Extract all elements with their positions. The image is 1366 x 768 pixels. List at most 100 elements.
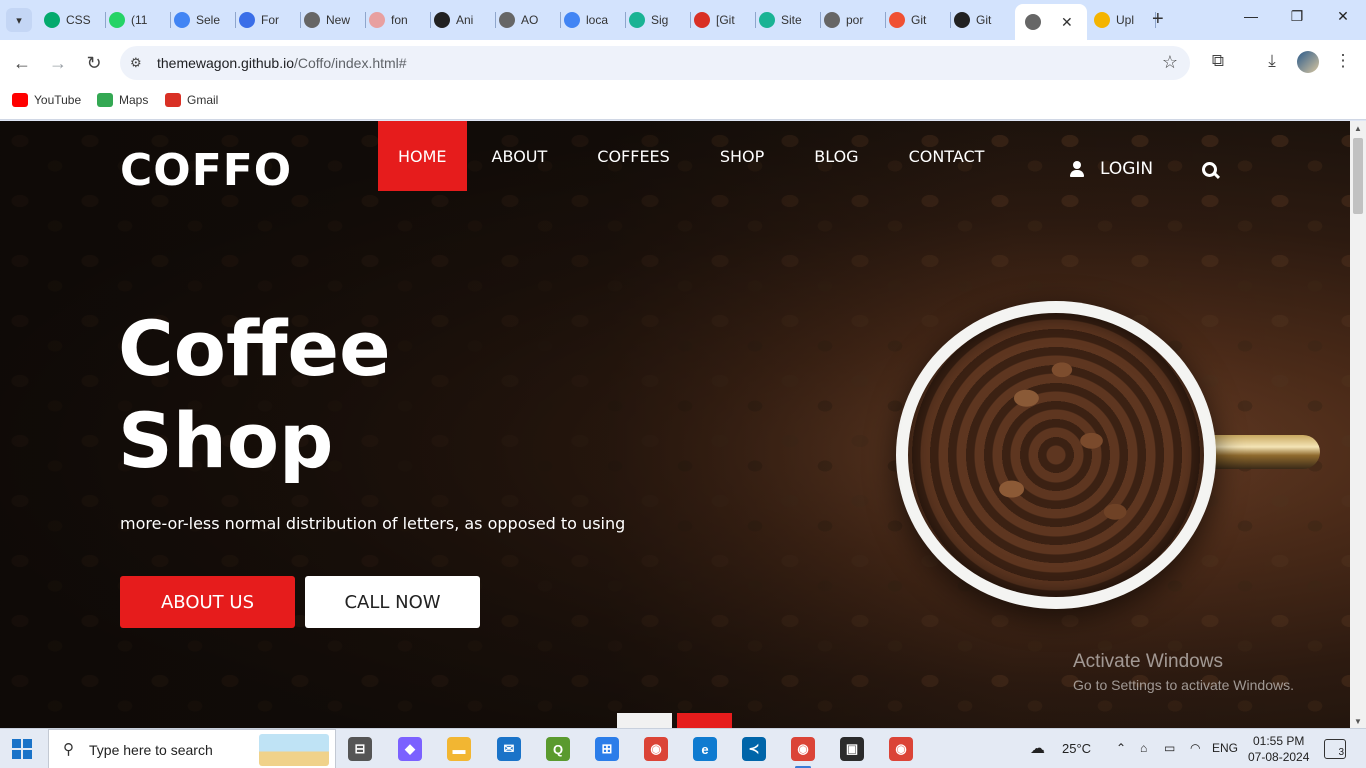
extensions-icon[interactable]: ⧉: [1206, 51, 1230, 71]
terminal-icon[interactable]: ▣: [840, 737, 864, 761]
tab-close-icon[interactable]: ✕: [1061, 14, 1073, 31]
taskbar-clock[interactable]: 01:55 PM 07-08-2024: [1248, 733, 1309, 765]
tab-separator: [885, 12, 886, 28]
task-view-icon[interactable]: ⊟: [348, 737, 372, 761]
browser-tab[interactable]: Upl: [1094, 6, 1156, 34]
browser-tab[interactable]: Sig: [629, 6, 691, 34]
store-icon[interactable]: ⊞: [595, 737, 619, 761]
meet-now-icon[interactable]: ⌂: [1140, 741, 1147, 755]
profile-avatar[interactable]: [1297, 51, 1319, 73]
download-icon[interactable]: ⤓: [1260, 51, 1284, 71]
windows-activation-watermark: Activate Windows Go to Settings to activ…: [1073, 651, 1294, 693]
menu-item-shop[interactable]: SHOP: [695, 121, 789, 191]
tab-label: Git: [976, 13, 992, 27]
file-explorer-icon[interactable]: ▬: [447, 737, 471, 761]
browser-tab[interactable]: por: [824, 6, 886, 34]
bookmark-label: Maps: [119, 93, 149, 107]
browser-tab[interactable]: Git: [889, 6, 951, 34]
close-window-button[interactable]: ✕: [1320, 8, 1366, 25]
reload-button[interactable]: ↻: [82, 51, 106, 75]
browser-tab[interactable]: loca: [564, 6, 626, 34]
wifi-icon[interactable]: ◠: [1190, 741, 1200, 755]
menu-item-blog[interactable]: BLOG: [789, 121, 883, 191]
browser-tab[interactable]: New: [304, 6, 366, 34]
browser-tab[interactable]: (11: [109, 6, 171, 34]
browser-tab[interactable]: [Git: [694, 6, 756, 34]
slider-indicator-2[interactable]: [677, 713, 732, 728]
tab-label: Site: [781, 13, 802, 27]
tab-separator: [365, 12, 366, 28]
weather-temp[interactable]: 25°C: [1062, 741, 1091, 756]
address-bar[interactable]: ⚙ themewagon.github.io/Coffo/index.html#…: [120, 46, 1190, 80]
user-icon: [1068, 160, 1086, 178]
browser-tab[interactable]: AO: [499, 6, 561, 34]
restore-button[interactable]: ❐: [1274, 8, 1320, 25]
git-icon: [889, 12, 905, 28]
url-text[interactable]: themewagon.github.io/Coffo/index.html#: [157, 55, 407, 71]
browser-tab[interactable]: Ani: [434, 6, 496, 34]
browser-tab[interactable]: fon: [369, 6, 431, 34]
new-tab-button[interactable]: +: [1152, 9, 1164, 29]
site-logo[interactable]: COFFO: [120, 145, 292, 196]
site-info-icon[interactable]: ⚙: [130, 55, 146, 71]
tab-label: For: [261, 13, 279, 27]
chrome-icon[interactable]: ◉: [644, 737, 668, 761]
login-label: LOGIN: [1100, 159, 1154, 179]
tab-label: [Git: [716, 13, 735, 27]
browser-tab[interactable]: Git: [954, 6, 1016, 34]
watermark-title: Activate Windows: [1073, 651, 1223, 672]
page-scrollbar[interactable]: ▲ ▼: [1350, 121, 1366, 728]
qgis-icon[interactable]: Q: [546, 737, 570, 761]
browser-tab[interactable]: Sele: [174, 6, 236, 34]
arrow-right-icon: →: [49, 52, 67, 73]
tab-separator: [300, 12, 301, 28]
tab-search-button[interactable]: ▾: [6, 8, 32, 32]
browser-tab-bar: ▾ CSS (11 Sele For New fon Ani AO loca Sig [Git Sit…: [0, 0, 1366, 40]
copilot-icon[interactable]: ◆: [398, 737, 422, 761]
tab-label: Upl: [1116, 13, 1135, 27]
search-icon[interactable]: [1202, 162, 1218, 178]
chrome-profile-icon[interactable]: ◉: [791, 737, 815, 768]
menu-item-contact[interactable]: CONTACT: [884, 121, 1010, 191]
scroll-down-icon[interactable]: ▼: [1354, 717, 1362, 726]
magnifier-icon: ⚲: [63, 741, 74, 758]
login-link[interactable]: LOGIN: [1068, 159, 1153, 179]
browser-tab[interactable]: For: [239, 6, 301, 34]
about-us-button[interactable]: ABOUT US: [120, 576, 295, 628]
slider-indicator-1[interactable]: [617, 713, 672, 728]
browser-tab[interactable]: CSS: [44, 6, 106, 34]
call-now-button[interactable]: CALL NOW: [305, 576, 480, 628]
show-hidden-icons-icon[interactable]: ⌃: [1116, 741, 1126, 755]
bookmark-gmail[interactable]: Gmail: [165, 93, 218, 107]
tab-label: fon: [391, 13, 408, 27]
tab-separator: [560, 12, 561, 28]
menu-item-about[interactable]: ABOUT: [467, 121, 573, 191]
menu-item-home[interactable]: HOME: [378, 121, 467, 191]
scroll-thumb[interactable]: [1353, 138, 1363, 214]
notification-center-icon[interactable]: 3: [1324, 739, 1346, 759]
cup-beans: [908, 313, 1204, 597]
bookmark-youtube[interactable]: YouTube: [12, 93, 81, 107]
bookmark-maps[interactable]: Maps: [97, 93, 148, 107]
weather-cloud-icon[interactable]: ☁: [1030, 739, 1045, 757]
menu-item-coffees[interactable]: COFFEES: [572, 121, 695, 191]
forms-icon: [239, 12, 255, 28]
browser-tab[interactable]: Site: [759, 6, 821, 34]
windows-start-icon[interactable]: [12, 739, 32, 759]
language-indicator[interactable]: ENG: [1212, 741, 1238, 755]
bookmark-star-icon[interactable]: ☆: [1162, 52, 1178, 73]
back-button[interactable]: ←: [10, 51, 34, 75]
battery-icon[interactable]: ▭: [1164, 741, 1175, 755]
vscode-icon[interactable]: ≺: [742, 737, 766, 761]
forward-button[interactable]: →: [46, 51, 70, 75]
mail-icon[interactable]: ✉: [497, 737, 521, 761]
scroll-up-icon[interactable]: ▲: [1354, 124, 1362, 133]
edge-icon[interactable]: e: [693, 737, 717, 761]
chrome-profile2-icon[interactable]: ◉: [889, 737, 913, 761]
menu-kebab-icon[interactable]: ⋮: [1331, 51, 1355, 71]
minimize-button[interactable]: —: [1228, 8, 1274, 24]
clock-time: 01:55 PM: [1253, 734, 1305, 748]
hero-title-line1: Coffee: [118, 304, 391, 393]
browser-tab[interactable]: ✕: [1015, 4, 1087, 40]
taskbar-search[interactable]: ⚲ Type here to search: [48, 729, 336, 768]
